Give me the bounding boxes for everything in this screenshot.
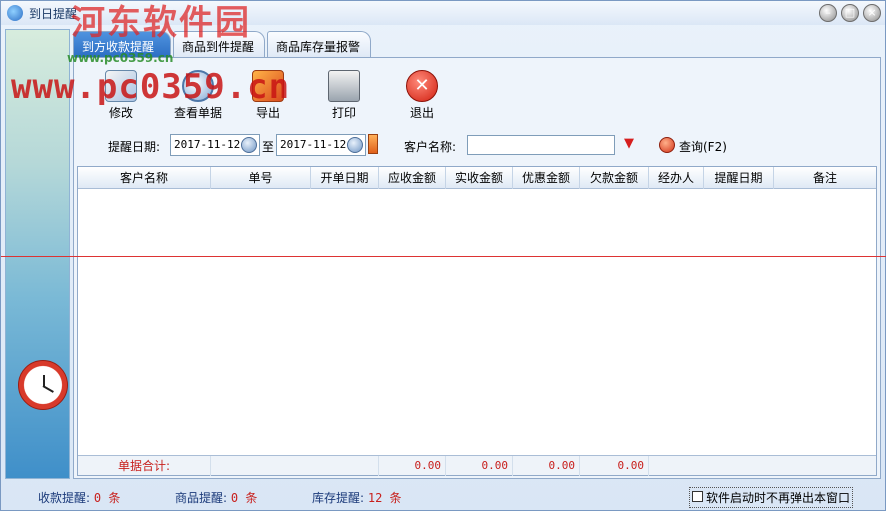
clock-icon [18, 360, 68, 410]
col-discount[interactable]: 优惠金额 [513, 167, 580, 189]
watermark-line [1, 256, 886, 257]
query-button[interactable]: 查询(F2) [659, 134, 727, 156]
stock-reminder-count: 12 条 [367, 491, 402, 505]
col-arrears[interactable]: 欠款金额 [580, 167, 649, 189]
table-header: 客户名称 单号 开单日期 应收金额 实收金额 优惠金额 欠款金额 经办人 提醒日… [78, 167, 876, 189]
customer-name-input[interactable] [467, 135, 615, 155]
exit-button[interactable]: ✕ 退出 [390, 60, 454, 124]
date-to-spin-icon[interactable] [347, 137, 363, 153]
col-issue-date[interactable]: 开单日期 [311, 167, 379, 189]
footer-discount: 0.00 [513, 456, 580, 476]
reminder-window: 到日提醒 – □ × 到方收款提醒 商品到件提醒 商品库存量报警 修改 查看单据… [0, 0, 886, 511]
table-footer: 单据合计: 0.00 0.00 0.00 0.00 [78, 455, 876, 476]
footer-receivable: 0.00 [379, 456, 446, 476]
date-from-value: 2017-11-12 [174, 138, 241, 151]
no-popup-label: 软件启动时不再弹出本窗口 [706, 491, 851, 505]
checkbox-icon[interactable] [692, 491, 703, 502]
receipt-reminder-status: 收款提醒: 0 条 [38, 489, 120, 506]
col-received[interactable]: 实收金额 [446, 167, 513, 189]
query-label: 查询(F2) [679, 140, 727, 154]
col-reminder-date[interactable]: 提醒日期 [704, 167, 774, 189]
date-dropdown-icon[interactable] [368, 134, 378, 154]
app-icon [7, 5, 23, 21]
to-label: 至 [262, 140, 275, 154]
maximize-icon[interactable]: □ [841, 4, 859, 22]
window-title: 到日提醒 [29, 7, 78, 21]
print-button[interactable]: 打印 [312, 60, 376, 124]
customer-name-label: 客户名称: [404, 140, 457, 154]
footer-total-label: 单据合计: [78, 456, 211, 476]
print-label: 打印 [331, 106, 356, 120]
exit-label: 退出 [409, 106, 434, 120]
search-row: 提醒日期: 2017-11-12 至 2017-11-12 客户名称: ▼ 查询… [74, 132, 880, 158]
reminder-table[interactable]: 客户名称 单号 开单日期 应收金额 实收金额 优惠金额 欠款金额 经办人 提醒日… [77, 166, 877, 476]
stock-reminder-status: 库存提醒: 12 条 [312, 489, 402, 506]
arrow-down-icon[interactable]: ▼ [624, 136, 634, 151]
tab-stock-alarm[interactable]: 商品库存量报警 [267, 31, 371, 57]
col-handler[interactable]: 经办人 [649, 167, 704, 189]
date-to-value: 2017-11-12 [280, 138, 347, 151]
close-icon[interactable]: × [863, 4, 881, 22]
watermark-url-small: www.pc0359.cn [67, 51, 174, 65]
date-to-picker[interactable]: 2017-11-12 [276, 134, 366, 156]
col-receivable[interactable]: 应收金额 [379, 167, 446, 189]
footer-arrears: 0.00 [580, 456, 649, 476]
col-document-no[interactable]: 单号 [211, 167, 311, 189]
status-bar: 收款提醒: 0 条 商品提醒: 0 条 库存提醒: 12 条 软件启动时不再弹出… [1, 483, 885, 509]
no-popup-checkbox[interactable]: 软件启动时不再弹出本窗口 [689, 487, 854, 508]
col-remarks[interactable]: 备注 [774, 167, 876, 189]
printer-icon [328, 70, 360, 102]
goods-reminder-status: 商品提醒: 0 条 [175, 489, 257, 506]
exit-icon: ✕ [406, 70, 438, 102]
goods-reminder-label: 商品提醒: [175, 491, 228, 505]
minimize-icon[interactable]: – [819, 4, 837, 22]
search-icon [659, 137, 675, 153]
footer-received: 0.00 [446, 456, 513, 476]
reminder-date-label: 提醒日期: [108, 140, 161, 154]
receipt-reminder-count: 0 条 [93, 491, 121, 505]
date-from-spin-icon[interactable] [241, 137, 257, 153]
watermark-url: www.pc0359.cn [11, 67, 291, 107]
watermark-site-name: 河东软件园 [71, 3, 251, 43]
stock-reminder-label: 库存提醒: [312, 491, 365, 505]
goods-reminder-count: 0 条 [230, 491, 258, 505]
date-from-picker[interactable]: 2017-11-12 [170, 134, 260, 156]
receipt-reminder-label: 收款提醒: [38, 491, 91, 505]
footer-empty [211, 456, 379, 476]
col-customer-name[interactable]: 客户名称 [78, 167, 211, 189]
main-panel: 修改 查看单据 导出 打印 ✕ 退出 提醒日期: 2017-11-12 至 20… [73, 57, 881, 479]
